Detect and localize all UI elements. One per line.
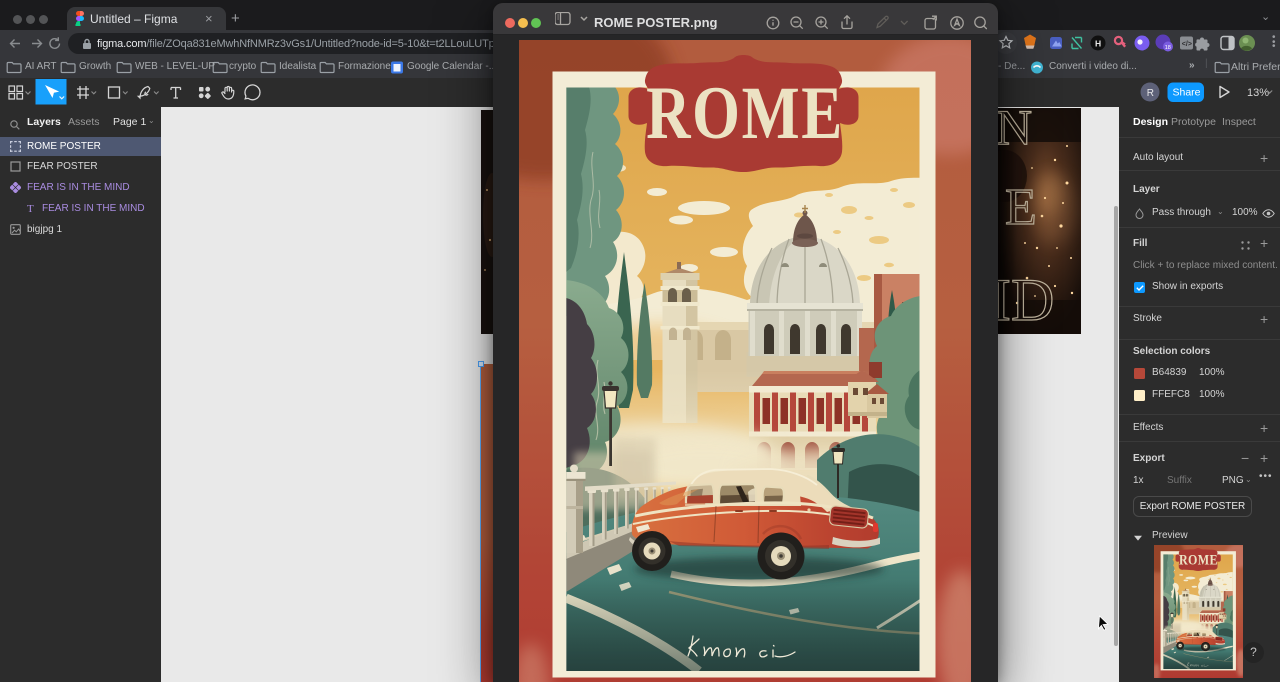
- svg-text:Share: Share: [1173, 87, 1201, 99]
- svg-text:H: H: [1095, 38, 1101, 48]
- svg-text:ID: ID: [997, 267, 1054, 333]
- svg-text:R: R: [1147, 88, 1154, 99]
- svg-text:E: E: [1005, 179, 1037, 236]
- svg-text:18: 18: [1165, 45, 1171, 51]
- svg-text:13%: 13%: [1247, 87, 1269, 99]
- svg-text:N: N: [997, 108, 1032, 155]
- svg-text:</>: </>: [1182, 41, 1192, 48]
